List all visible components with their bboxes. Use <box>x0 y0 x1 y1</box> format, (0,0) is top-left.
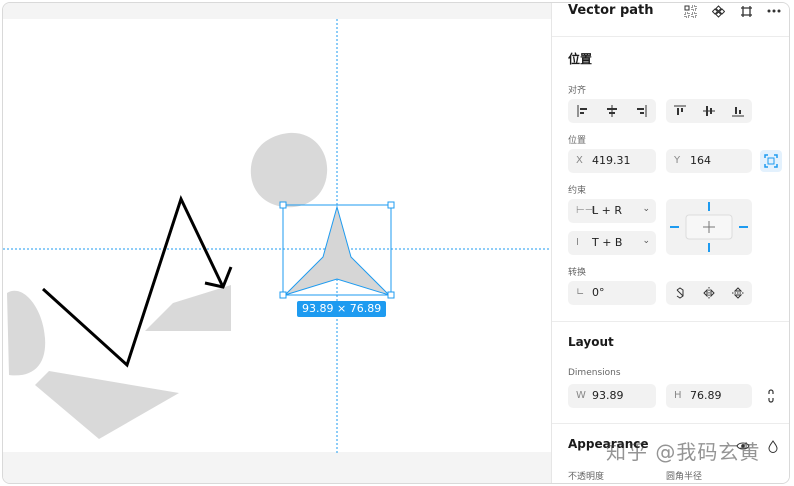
corner-radius-label: 圆角半径 <box>666 472 703 482</box>
section-divider <box>552 423 789 424</box>
panel-header: Vector path <box>552 3 789 37</box>
panel-title: Vector path <box>568 3 654 18</box>
more-horizontal-icon[interactable] <box>766 3 782 19</box>
position-label: 位置 <box>568 136 587 146</box>
w-value: 93.89 <box>592 389 624 402</box>
canvas-drawing[interactable] <box>3 3 551 484</box>
align-right-icon[interactable] <box>626 99 655 123</box>
x-prefix: X <box>576 155 583 166</box>
x-value: 419.31 <box>592 154 631 167</box>
resize-handle-tr[interactable] <box>387 201 395 209</box>
rotate-icon[interactable] <box>666 281 695 305</box>
rotation-angle-icon: ∟ <box>576 287 585 298</box>
constraints-label: 约束 <box>568 186 587 196</box>
component-grid-icon[interactable] <box>682 3 698 19</box>
frame-crop-icon[interactable] <box>738 3 754 19</box>
h-prefix: H <box>674 390 682 401</box>
w-prefix: W <box>576 390 586 401</box>
properties-panel: Vector path 位置 对齐 位置 X 419.31 Y 164 约束 ⊢… <box>551 3 789 483</box>
gray-kite-shape[interactable] <box>35 371 179 439</box>
opacity-label: 不透明度 <box>568 472 605 482</box>
header-actions <box>682 3 782 19</box>
layout-section-title: Layout <box>568 335 614 349</box>
resize-handle-br[interactable] <box>387 291 395 299</box>
h-value: 76.89 <box>690 389 722 402</box>
star-vector-path[interactable] <box>284 205 390 296</box>
align-left-icon[interactable] <box>568 99 597 123</box>
section-divider <box>552 321 789 322</box>
gray-quad-shape[interactable] <box>145 285 231 331</box>
align-label: 对齐 <box>568 86 587 96</box>
watermark: 知乎 @我码玄黄 <box>606 440 761 464</box>
constrain-proportions-icon[interactable] <box>760 385 782 407</box>
horizontal-constraint-value: L + R <box>592 204 622 217</box>
align-bottom-icon[interactable] <box>723 99 752 123</box>
vertical-constraint-select[interactable]: I T + B ⌄ <box>568 231 656 255</box>
chevron-down-icon: ⌄ <box>642 236 650 246</box>
x-position-field[interactable]: X 419.31 <box>568 149 656 173</box>
dimensions-label: Dimensions <box>568 368 621 378</box>
horizontal-constraint-select[interactable]: ⊢⊣ L + R ⌄ <box>568 199 656 223</box>
vertical-constraint-value: T + B <box>592 236 623 249</box>
gray-blob-shape[interactable] <box>250 132 328 208</box>
position-section-title: 位置 <box>568 52 593 66</box>
horizontal-align-group <box>568 99 656 123</box>
width-field[interactable]: W 93.89 <box>568 384 656 408</box>
align-middle-icon[interactable] <box>695 99 724 123</box>
design-canvas[interactable]: 93.89 × 76.89 <box>3 3 551 484</box>
flip-horizontal-icon[interactable] <box>695 281 724 305</box>
rotation-value: 0° <box>592 286 605 299</box>
y-position-field[interactable]: Y 164 <box>666 149 752 173</box>
diamond-components-icon[interactable] <box>710 3 726 19</box>
zigzag-arrow-path[interactable] <box>41 194 225 368</box>
transform-label: 转换 <box>568 268 587 278</box>
horizontal-constraint-icon: ⊢⊣ <box>576 205 594 216</box>
y-value: 164 <box>690 154 711 167</box>
vertical-align-group <box>666 99 752 123</box>
constraint-widget[interactable] <box>666 199 752 255</box>
gray-leaf-shape[interactable] <box>7 290 46 376</box>
dimension-badge: 93.89 × 76.89 <box>297 301 387 317</box>
vertical-constraint-icon: I <box>576 237 579 248</box>
app-window: 93.89 × 76.89 Vector path 位置 对齐 位置 X 419… <box>2 2 790 484</box>
drop-fill-icon[interactable] <box>762 435 784 457</box>
align-top-icon[interactable] <box>666 99 695 123</box>
y-prefix: Y <box>674 155 681 166</box>
resize-handle-bl[interactable] <box>279 291 287 299</box>
flip-vertical-icon[interactable] <box>723 281 752 305</box>
align-center-h-icon[interactable] <box>597 99 626 123</box>
transform-actions-group <box>666 281 752 305</box>
chevron-down-icon: ⌄ <box>642 204 650 214</box>
position-mode-icon[interactable] <box>760 150 782 172</box>
height-field[interactable]: H 76.89 <box>666 384 752 408</box>
rotation-field[interactable]: ∟ 0° <box>568 281 656 305</box>
resize-handle-tl[interactable] <box>279 201 287 209</box>
